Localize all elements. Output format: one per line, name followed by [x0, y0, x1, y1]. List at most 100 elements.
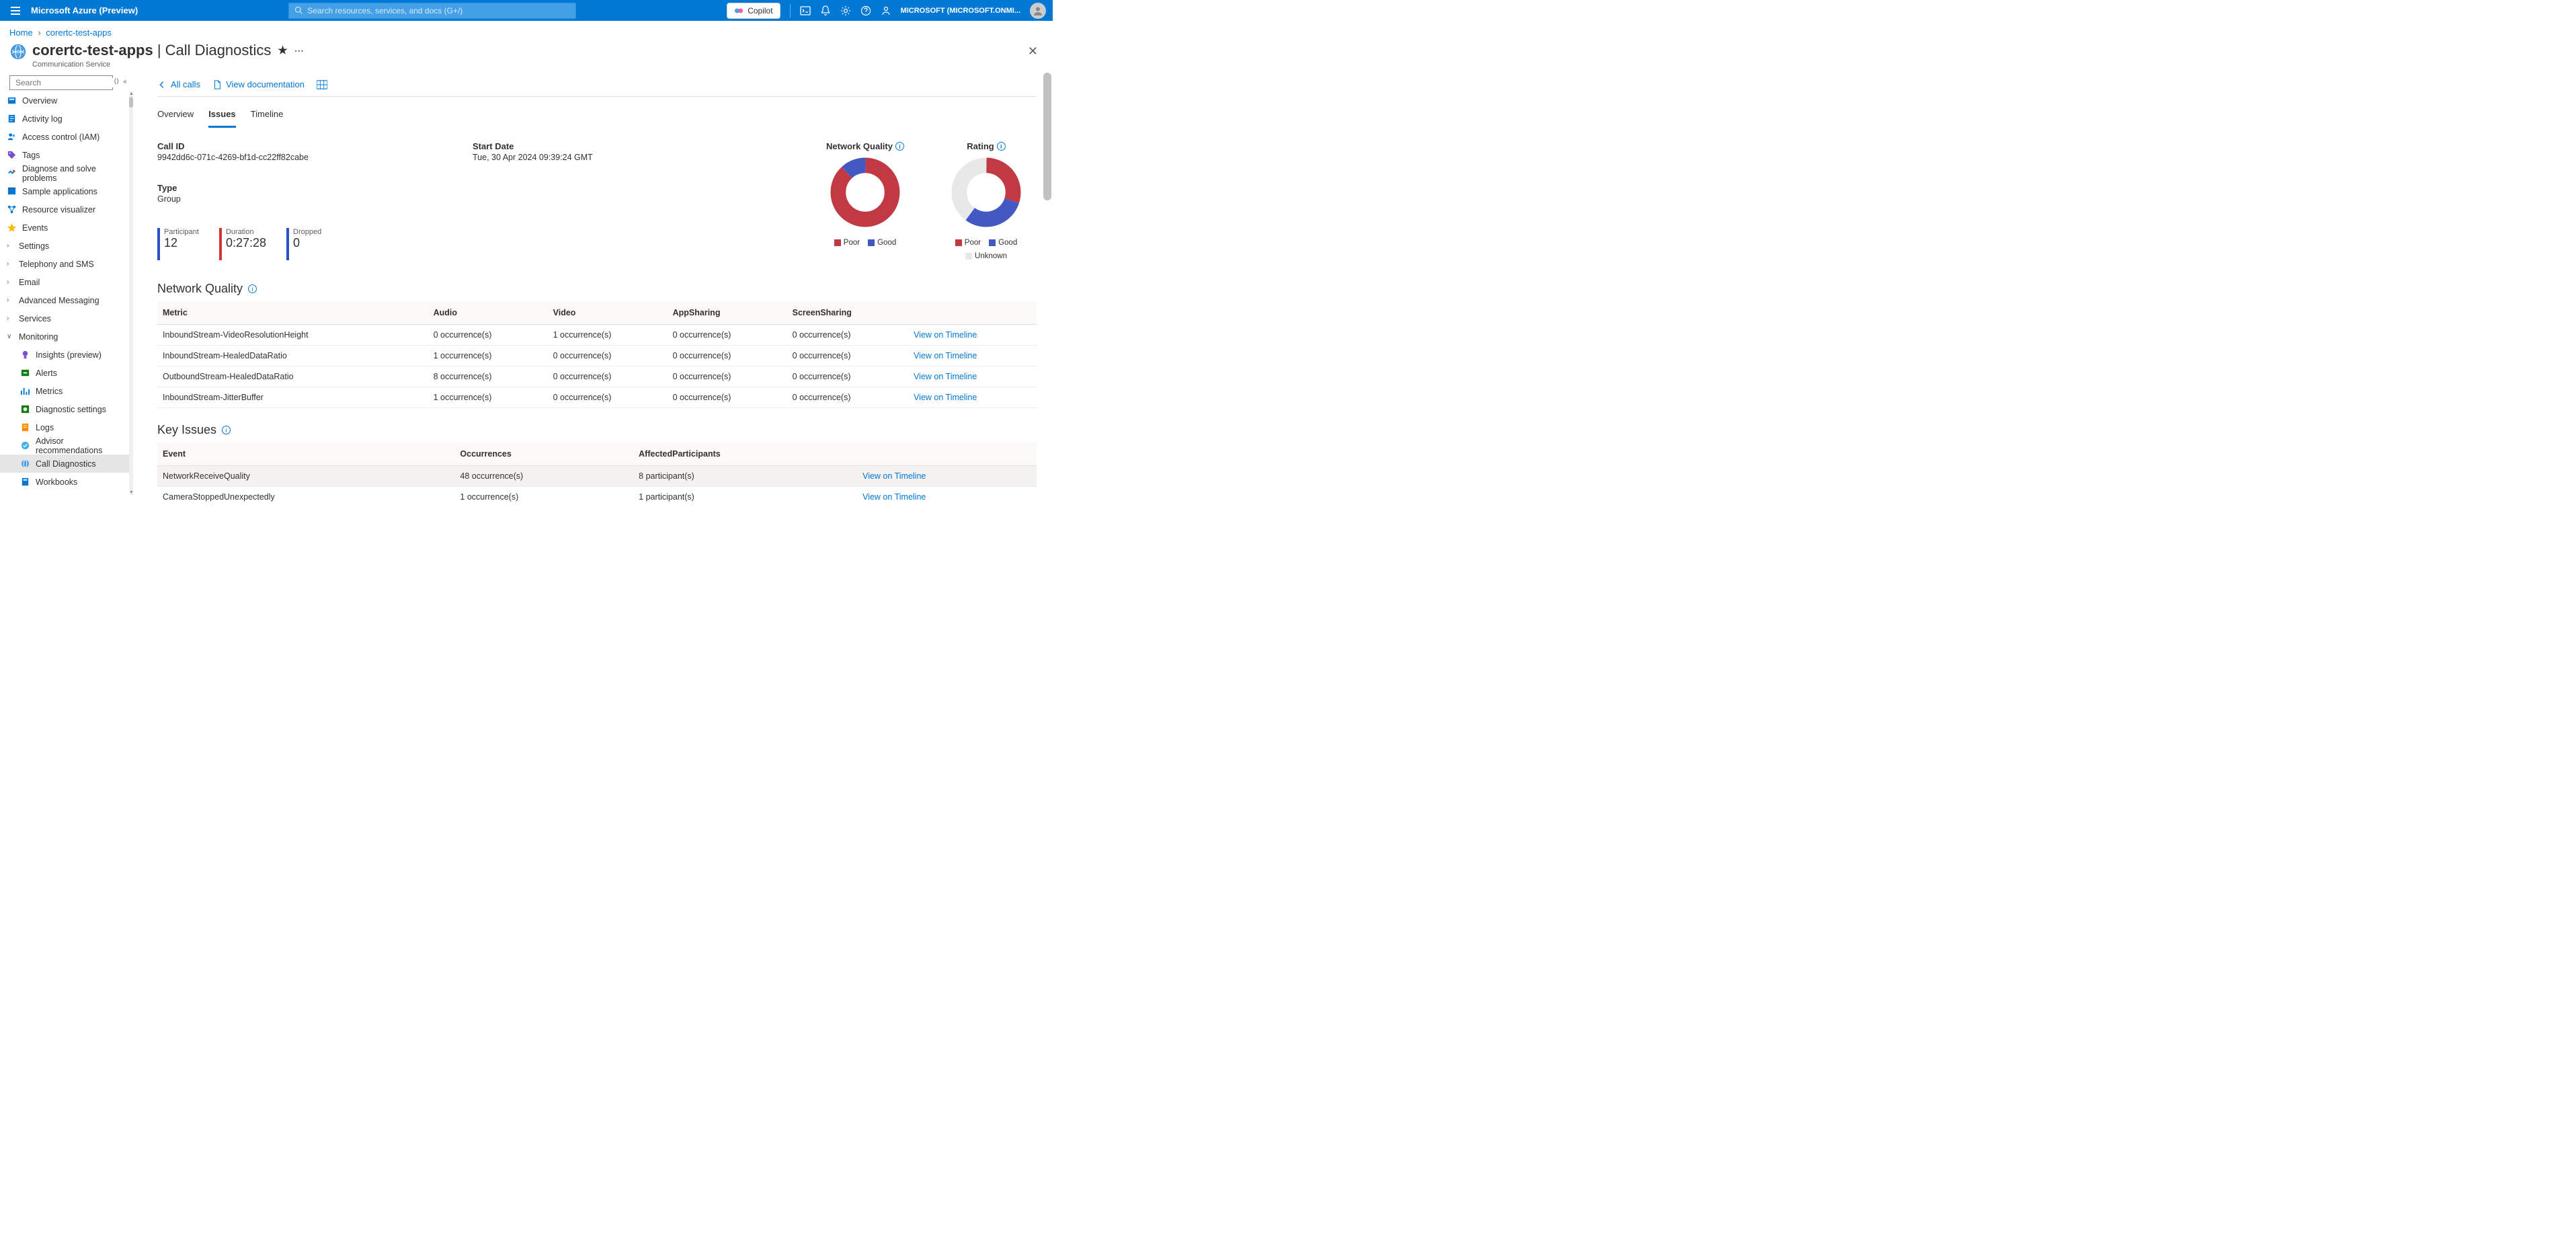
collapse-icon[interactable]: «	[123, 78, 127, 85]
view-timeline-link[interactable]: View on Timeline	[862, 492, 926, 502]
tab-overview[interactable]: Overview	[157, 105, 194, 128]
sidebar-item-diagnose-and-solve-problems[interactable]: Diagnose and solve problems	[0, 164, 133, 182]
view-timeline-link[interactable]: View on Timeline	[914, 393, 977, 402]
copilot-label: Copilot	[748, 6, 772, 15]
workbooks-icon	[20, 477, 30, 487]
cell-video: 0 occurrence(s)	[548, 387, 668, 408]
cell-app: 0 occurrence(s)	[668, 366, 787, 387]
info-icon[interactable]: i	[222, 426, 231, 434]
view-docs-link[interactable]: View documentation	[212, 79, 305, 89]
table-header: AppSharing	[668, 301, 787, 325]
copilot-button[interactable]: Copilot	[727, 3, 780, 19]
sample-icon	[7, 186, 17, 196]
resource-icon	[9, 43, 27, 61]
account-label[interactable]: MICROSOFT (MICROSOFT.ONMI...	[901, 7, 1020, 15]
table-row[interactable]: CameraStoppedUnexpectedly1 occurrence(s)…	[157, 487, 1037, 504]
search-icon	[294, 6, 303, 15]
sidebar-search[interactable]	[9, 75, 113, 90]
sidebar-item-activity-log[interactable]: Activity log	[0, 110, 133, 128]
cell-video: 0 occurrence(s)	[548, 346, 668, 366]
info-icon[interactable]: i	[248, 284, 257, 293]
view-timeline-link[interactable]: View on Timeline	[914, 372, 977, 381]
hamburger-icon[interactable]	[11, 7, 20, 15]
expand-icon[interactable]: ⟨⟩	[114, 78, 119, 85]
events-icon	[7, 223, 17, 233]
view-timeline-link[interactable]: View on Timeline	[914, 330, 977, 340]
sidebar-item-monitoring[interactable]: ∨Monitoring	[0, 327, 133, 346]
help-icon[interactable]	[860, 5, 871, 16]
table-row[interactable]: InboundStream-HealedDataRatio1 occurrenc…	[157, 346, 1037, 366]
sidebar-item-diagnostic-settings[interactable]: Diagnostic settings	[0, 400, 133, 418]
more-icon[interactable]: ⋯	[294, 45, 304, 56]
table-row[interactable]: InboundStream-VideoResolutionHeight0 occ…	[157, 325, 1037, 346]
sidebar-item-call-diagnostics[interactable]: Call Diagnostics	[0, 455, 133, 473]
resviz-icon	[7, 204, 17, 215]
sidebar-item-logs[interactable]: Logs	[0, 418, 133, 436]
sidebar-item-overview[interactable]: Overview	[0, 91, 133, 110]
cell-event: NetworkReceiveQuality	[157, 466, 454, 487]
global-search[interactable]	[288, 3, 576, 19]
sidebar-item-advisor-recommendations[interactable]: Advisor recommendations	[0, 436, 133, 455]
donut-rating	[951, 157, 1022, 228]
sidebar-item-email[interactable]: ›Email	[0, 273, 133, 291]
chevron-right-icon: ›	[7, 242, 13, 249]
all-calls-link[interactable]: All calls	[157, 79, 200, 89]
cell-metric: InboundStream-JitterBuffer	[157, 387, 428, 408]
feedback-icon[interactable]	[881, 5, 891, 16]
sidebar-item-alerts[interactable]: Alerts	[0, 364, 133, 382]
sidebar-item-insights-preview-[interactable]: Insights (preview)	[0, 346, 133, 364]
main-scrollbar[interactable]	[1043, 73, 1051, 503]
avatar[interactable]	[1030, 3, 1046, 19]
sidebar-item-metrics[interactable]: Metrics	[0, 382, 133, 400]
cell-app: 0 occurrence(s)	[668, 387, 787, 408]
cell-metric: OutboundStream-HealedDataRatio	[157, 366, 428, 387]
sidebar-item-settings[interactable]: ›Settings	[0, 237, 133, 255]
breadcrumb-resource[interactable]: corertc-test-apps	[46, 28, 112, 38]
cell-audio: 1 occurrence(s)	[428, 346, 548, 366]
sidebar-item-tags[interactable]: Tags	[0, 146, 133, 164]
cloudshell-icon[interactable]	[800, 5, 811, 16]
topbar: Microsoft Azure (Preview) Copilot MICROS…	[0, 0, 1053, 21]
view-timeline-link[interactable]: View on Timeline	[862, 471, 926, 481]
grid-icon[interactable]	[317, 80, 327, 89]
global-search-input[interactable]	[307, 6, 570, 15]
scroll-down-icon[interactable]: ▼	[129, 490, 133, 495]
sidebar-item-label: Telephony and SMS	[19, 260, 94, 269]
cell-screen: 0 occurrence(s)	[787, 346, 908, 366]
tab-timeline[interactable]: Timeline	[251, 105, 284, 128]
sidebar-item-workbooks[interactable]: Workbooks	[0, 473, 133, 491]
info-icon[interactable]: i	[997, 142, 1006, 151]
sidebar-search-input[interactable]	[15, 78, 120, 87]
cell-audio: 8 occurrence(s)	[428, 366, 548, 387]
sidebar-item-label: Workbooks	[36, 477, 77, 487]
scrollbar-thumb[interactable]	[129, 97, 133, 108]
sidebar-item-sample-applications[interactable]: Sample applications	[0, 182, 133, 200]
close-icon[interactable]: ✕	[1022, 42, 1043, 61]
sidebar-item-automation[interactable]: ›Automation	[0, 491, 133, 495]
view-timeline-link[interactable]: View on Timeline	[914, 351, 977, 360]
insights-icon	[20, 350, 30, 360]
gear-icon[interactable]	[840, 5, 851, 16]
sidebar-item-services[interactable]: ›Services	[0, 309, 133, 327]
scroll-up-icon[interactable]: ▲	[129, 91, 133, 96]
table-row[interactable]: InboundStream-JitterBuffer1 occurrence(s…	[157, 387, 1037, 408]
sidebar-item-label: Insights (preview)	[36, 350, 102, 360]
sidebar-item-telephony-and-sms[interactable]: ›Telephony and SMS	[0, 255, 133, 273]
cell-metric: InboundStream-HealedDataRatio	[157, 346, 428, 366]
nq-section-title: Network Qualityi	[157, 282, 1037, 296]
sidebar-item-events[interactable]: Events	[0, 219, 133, 237]
legend-poor: Poor	[834, 239, 860, 247]
sidebar-item-resource-visualizer[interactable]: Resource visualizer	[0, 200, 133, 219]
stat-value: 12	[164, 236, 199, 250]
tab-issues[interactable]: Issues	[208, 105, 235, 128]
breadcrumb-home[interactable]: Home	[9, 28, 33, 38]
table-row[interactable]: NetworkReceiveQuality48 occurrence(s)8 p…	[157, 466, 1037, 487]
favorite-star-icon[interactable]: ★	[278, 44, 287, 57]
sidebar-item-label: Advanced Messaging	[19, 296, 99, 305]
info-icon[interactable]: i	[895, 142, 904, 151]
bell-icon[interactable]	[820, 5, 831, 16]
table-row[interactable]: OutboundStream-HealedDataRatio8 occurren…	[157, 366, 1037, 387]
sidebar-item-access-control-iam-[interactable]: Access control (IAM)	[0, 128, 133, 146]
sidebar-item-advanced-messaging[interactable]: ›Advanced Messaging	[0, 291, 133, 309]
cell-audio: 0 occurrence(s)	[428, 325, 548, 346]
